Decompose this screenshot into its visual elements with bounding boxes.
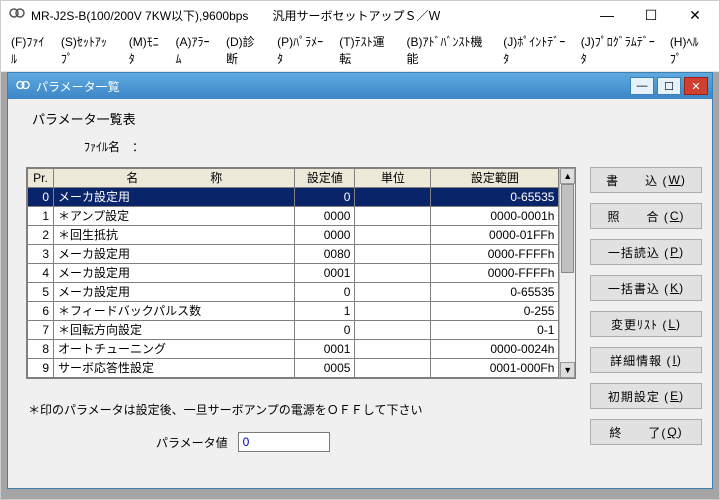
col-range[interactable]: 設定範囲 xyxy=(431,169,559,188)
col-value[interactable]: 設定値 xyxy=(295,169,355,188)
detail-info-button[interactable]: 詳細情報 (I) xyxy=(590,347,702,373)
table-scroll: Pr. 名 称 設定値 単位 設定範囲 0メーカ設定用00-655351＊アンプ… xyxy=(26,167,576,379)
menubar: (F)ﾌｧｲﾙ (S)ｾｯﾄｱｯﾌﾟ (M)ﾓﾆﾀ (A)ｱﾗｰﾑ (D)診断 … xyxy=(1,29,719,72)
param-value-label: パラメータ値 xyxy=(156,434,228,451)
table-pane: Pr. 名 称 設定値 単位 設定範囲 0メーカ設定用00-655351＊アンプ… xyxy=(26,167,576,478)
table-row[interactable]: 6＊フィードバックパルス数10-255 xyxy=(28,302,559,321)
scroll-down-icon[interactable]: ▼ xyxy=(560,362,575,378)
app-titlebar: MR-J2S-B(100/200V 7KW以下),9600bps 汎用サーボセッ… xyxy=(1,1,719,29)
param-value-row: パラメータ値 xyxy=(156,432,576,452)
child-titlebar: パラメータ一覧 — ☐ ✕ xyxy=(8,73,712,99)
menu-setup[interactable]: (S)ｾｯﾄｱｯﾌﾟ xyxy=(57,31,121,69)
param-value-input[interactable] xyxy=(238,432,330,452)
filename-label: ﾌｧｲﾙ名 ： xyxy=(84,138,702,155)
batch-write-button[interactable]: 一括書込 (K) xyxy=(590,275,702,301)
table-row[interactable]: 5メーカ設定用00-65535 xyxy=(28,283,559,302)
parameter-table: Pr. 名 称 設定値 単位 設定範囲 0メーカ設定用00-655351＊アンプ… xyxy=(27,168,559,378)
table-row[interactable]: 2＊回生抵抗00000000-01FFh xyxy=(28,226,559,245)
maximize-button[interactable]: ☐ xyxy=(629,2,673,28)
scroll-thumb[interactable] xyxy=(561,184,574,273)
table-row[interactable]: 0メーカ設定用00-65535 xyxy=(28,188,559,207)
menu-program[interactable]: (J)ﾌﾟﾛｸﾞﾗﾑﾃﾞｰﾀ xyxy=(577,31,662,69)
app-window: MR-J2S-B(100/200V 7KW以下),9600bps 汎用サーボセッ… xyxy=(0,0,720,500)
menu-advanced[interactable]: (B)ｱﾄﾞﾊﾞﾝｽﾄ機能 xyxy=(402,31,495,69)
table-row[interactable]: 4メーカ設定用00010000-FFFFh xyxy=(28,264,559,283)
child-body: パラメータ一覧表 ﾌｧｲﾙ名 ： Pr. 名 称 設定値 単位 xyxy=(8,99,712,488)
scroll-up-icon[interactable]: ▲ xyxy=(560,168,575,184)
vertical-scrollbar[interactable]: ▲ ▼ xyxy=(559,168,575,378)
table-row[interactable]: 8オートチューニング00010000-0024h xyxy=(28,340,559,359)
close-button[interactable]: ✕ xyxy=(673,2,717,28)
verify-button[interactable]: 照 合 (C) xyxy=(590,203,702,229)
table-row[interactable]: 1＊アンプ設定00000000-0001h xyxy=(28,207,559,226)
change-list-button[interactable]: 変更ﾘｽﾄ (L) xyxy=(590,311,702,337)
table-row[interactable]: 3メーカ設定用00800000-FFFFh xyxy=(28,245,559,264)
mdi-area: パラメータ一覧 — ☐ ✕ パラメータ一覧表 ﾌｧｲﾙ名 ： Pr. xyxy=(1,72,719,499)
col-unit[interactable]: 単位 xyxy=(355,169,431,188)
table-row[interactable]: 9サーボ応答性設定00050001-000Fh xyxy=(28,359,559,378)
col-name[interactable]: 名 称 xyxy=(54,169,295,188)
init-setting-button[interactable]: 初期設定 (E) xyxy=(590,383,702,409)
menu-monitor[interactable]: (M)ﾓﾆﾀ xyxy=(125,31,168,69)
button-column: 書 込 (W) 照 合 (C) 一括読込 (P) 一括書込 (K) 変更ﾘｽﾄ (L) 詳… xyxy=(590,167,702,478)
col-pr[interactable]: Pr. xyxy=(28,169,54,188)
minimize-button[interactable]: — xyxy=(585,2,629,28)
menu-diagnosis[interactable]: (D)診断 xyxy=(222,31,269,69)
batch-read-button[interactable]: 一括読込 (P) xyxy=(590,239,702,265)
menu-parameter[interactable]: (P)ﾊﾟﾗﾒｰﾀ xyxy=(273,31,331,69)
menu-point[interactable]: (J)ﾎﾟｲﾝﾄﾃﾞｰﾀ xyxy=(499,31,573,69)
menu-file[interactable]: (F)ﾌｧｲﾙ xyxy=(7,31,53,69)
child-minimize-button[interactable]: — xyxy=(630,77,654,95)
menu-test[interactable]: (T)ﾃｽﾄ運転 xyxy=(335,31,398,69)
child-close-button[interactable]: ✕ xyxy=(684,77,708,95)
app-title-left: MR-J2S-B(100/200V 7KW以下),9600bps xyxy=(31,7,248,24)
heading: パラメータ一覧表 xyxy=(32,109,702,128)
scroll-track[interactable] xyxy=(560,184,575,362)
footnote: ＊印のパラメータは設定後、一旦サーボアンプの電源をＯＦＦして下さい xyxy=(28,401,576,418)
app-icon xyxy=(9,5,25,26)
menu-alarm[interactable]: (A)ｱﾗｰﾑ xyxy=(171,31,218,69)
table-row[interactable]: 7＊回転方向設定00-1 xyxy=(28,321,559,340)
table-header-row: Pr. 名 称 設定値 単位 設定範囲 xyxy=(28,169,559,188)
app-title-right: 汎用サーボセットアップＳ／Ｗ xyxy=(272,7,440,24)
menu-help[interactable]: (H)ﾍﾙﾌﾟ xyxy=(666,31,713,69)
close-button[interactable]: 終 了(Q) xyxy=(590,419,702,445)
child-title-text: パラメータ一覧 xyxy=(36,78,120,95)
write-button[interactable]: 書 込 (W) xyxy=(590,167,702,193)
child-maximize-button[interactable]: ☐ xyxy=(657,77,681,95)
parameter-list-window: パラメータ一覧 — ☐ ✕ パラメータ一覧表 ﾌｧｲﾙ名 ： Pr. xyxy=(7,72,713,489)
child-icon xyxy=(16,78,30,95)
